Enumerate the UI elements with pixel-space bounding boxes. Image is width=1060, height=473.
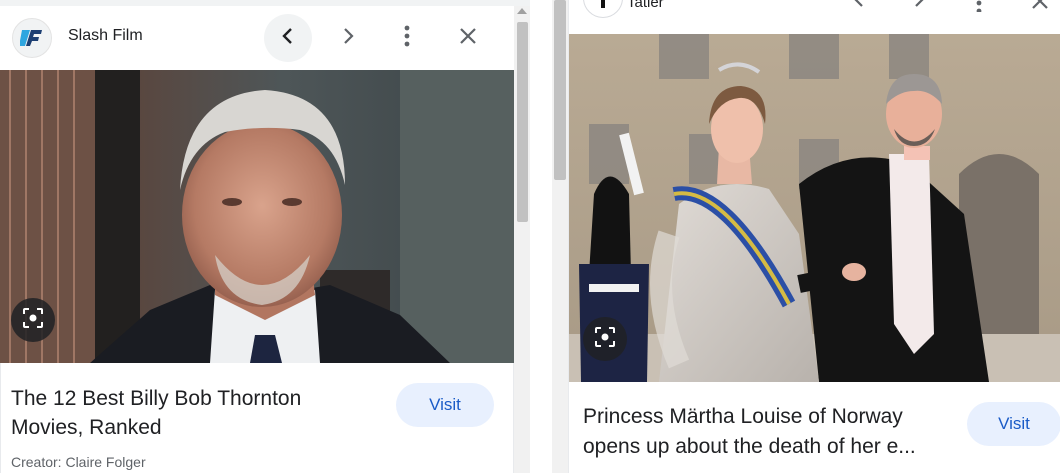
result-title-right[interactable]: Princess Märtha Louise of Norway opens u… xyxy=(583,402,963,462)
visit-button[interactable]: Visit xyxy=(396,383,494,427)
lens-search-button-right[interactable] xyxy=(583,317,627,361)
visit-button-right[interactable]: Visit xyxy=(967,402,1060,446)
right-preview-panel: Tatler Princess Märtha Louise of Norway … xyxy=(568,0,1060,473)
chevron-left-icon[interactable] xyxy=(851,0,867,15)
lens-icon xyxy=(22,307,44,334)
more-vert-icon[interactable] xyxy=(976,0,982,17)
close-button[interactable] xyxy=(444,14,492,62)
chevron-left-icon xyxy=(279,27,297,50)
more-vert-icon xyxy=(404,25,410,52)
more-options-button[interactable] xyxy=(383,14,431,62)
preview-image-right[interactable] xyxy=(569,34,1060,382)
lens-search-button[interactable] xyxy=(11,298,55,342)
tatler-logo-icon[interactable] xyxy=(583,0,623,18)
left-preview-panel: Slash Film The 12 Best Billy Bob Thornto… xyxy=(0,0,530,473)
close-icon xyxy=(459,27,477,50)
right-scrollbar-thumb[interactable] xyxy=(554,0,566,180)
site-name[interactable]: Slash Film xyxy=(68,27,143,45)
preview-header-right: Tatler xyxy=(569,0,1060,34)
next-button[interactable] xyxy=(324,14,372,62)
preview-image[interactable] xyxy=(0,70,514,363)
slashfilm-logo-icon[interactable] xyxy=(12,18,52,58)
creator-credit: Creator: Claire Folger xyxy=(11,454,146,470)
chevron-right-icon[interactable] xyxy=(911,0,927,15)
previous-button[interactable] xyxy=(264,14,312,62)
lens-icon xyxy=(594,326,616,353)
scrollbar-thumb[interactable] xyxy=(517,22,528,222)
chevron-right-icon xyxy=(339,27,357,50)
site-name-right[interactable]: Tatler xyxy=(627,0,664,11)
close-icon[interactable] xyxy=(1031,0,1049,15)
preview-header: Slash Film xyxy=(0,6,514,70)
result-title[interactable]: The 12 Best Billy Bob Thornton Movies, R… xyxy=(11,384,341,442)
scroll-up-arrow-icon[interactable] xyxy=(517,8,527,14)
